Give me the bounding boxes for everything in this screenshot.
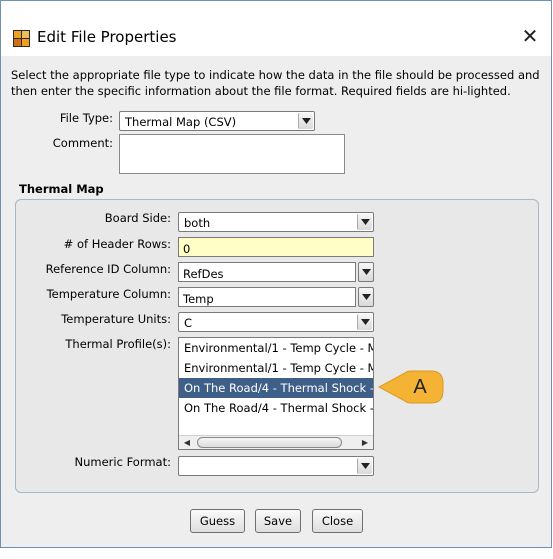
temperature-column-value: Temp [183, 292, 214, 306]
chevron-down-icon[interactable] [357, 214, 372, 230]
file-type-value: Thermal Map (CSV) [125, 115, 237, 129]
thermal-profiles-list[interactable]: Environmental/1 - Temp Cycle - Ma Enviro… [178, 337, 374, 450]
board-side-select[interactable]: both [178, 212, 374, 232]
list-item[interactable]: Environmental/1 - Temp Cycle - Ma [179, 338, 373, 358]
thermal-map-section-title: Thermal Map [19, 182, 104, 196]
window-title: Edit File Properties [37, 28, 177, 46]
ref-id-column-value: RefDes [183, 267, 224, 281]
callout-label: A [413, 376, 427, 398]
list-item[interactable]: Environmental/1 - Temp Cycle - Mi [179, 358, 373, 378]
header-rows-value: 0 [183, 242, 191, 256]
scrollbar-thumb[interactable] [197, 437, 342, 448]
scroll-right-icon[interactable]: ▶ [359, 437, 371, 449]
chevron-down-icon[interactable] [357, 458, 372, 474]
numeric-format-select[interactable] [178, 456, 374, 476]
chevron-down-icon [362, 269, 371, 275]
instructions-text: Select the appropriate file type to indi… [11, 68, 540, 98]
temperature-column-input[interactable]: Temp [178, 287, 356, 307]
ref-id-column-dropdown-button[interactable] [358, 262, 374, 282]
close-icon[interactable]: ✕ [521, 26, 539, 46]
file-type-select[interactable]: Thermal Map (CSV) [119, 111, 315, 131]
header-rows-input[interactable]: 0 [178, 237, 374, 257]
temperature-units-value: C [184, 316, 193, 330]
chevron-down-icon[interactable] [298, 113, 313, 129]
comment-field[interactable] [119, 134, 345, 174]
list-item[interactable]: On The Road/4 - Thermal Shock - M [179, 398, 373, 418]
save-button[interactable]: Save [255, 509, 301, 533]
board-side-label: Board Side: [104, 211, 171, 225]
horizontal-scrollbar[interactable]: ◀ ▶ [179, 435, 373, 449]
app-icon [13, 30, 30, 47]
comment-label: Comment: [52, 136, 113, 150]
header-rows-label: # of Header Rows: [63, 237, 171, 251]
thermal-profiles-label: Thermal Profile(s): [65, 337, 171, 351]
ref-id-column-input[interactable]: RefDes [178, 262, 356, 282]
close-button[interactable]: Close [312, 509, 363, 533]
title-bar: Edit File Properties ✕ [1, 1, 551, 56]
ref-id-column-label: Reference ID Column: [45, 262, 171, 276]
board-side-value: both [184, 216, 211, 230]
temperature-column-label: Temperature Column: [46, 287, 171, 301]
guess-button[interactable]: Guess [190, 509, 245, 533]
chevron-down-icon[interactable] [357, 314, 372, 330]
temperature-column-dropdown-button[interactable] [358, 287, 374, 307]
scroll-left-icon[interactable]: ◀ [181, 437, 193, 449]
temperature-units-select[interactable]: C [178, 312, 374, 332]
numeric-format-label: Numeric Format: [74, 455, 171, 469]
temperature-units-label: Temperature Units: [61, 312, 171, 326]
file-type-label: File Type: [59, 111, 113, 125]
chevron-down-icon [362, 294, 371, 300]
edit-file-properties-dialog: Edit File Properties ✕ Select the approp… [0, 0, 552, 548]
list-item-selected[interactable]: On The Road/4 - Thermal Shock - M [179, 378, 373, 398]
